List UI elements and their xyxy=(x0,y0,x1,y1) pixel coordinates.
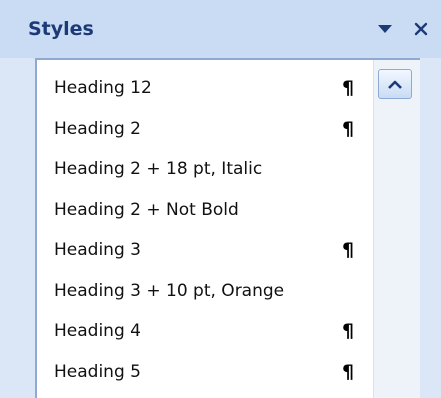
paragraph-mark-icon: ¶ xyxy=(342,320,355,343)
style-item-heading-2[interactable]: Heading 2 ¶ xyxy=(37,109,367,150)
scroll-up-arrow-icon xyxy=(387,75,403,94)
style-item-heading-2-not-bold[interactable]: Heading 2 + Not Bold xyxy=(37,190,367,231)
scroll-up-button[interactable] xyxy=(378,69,412,99)
style-item-heading-12[interactable]: Heading 12 ¶ xyxy=(37,68,367,109)
style-item-label: Heading 2 + Not Bold xyxy=(54,199,239,220)
paragraph-mark-icon: ¶ xyxy=(342,360,355,383)
paragraph-mark-icon: ¶ xyxy=(342,239,355,262)
style-item-heading-5[interactable]: Heading 5 ¶ xyxy=(37,352,367,393)
style-item-label: Heading 12 xyxy=(54,78,152,99)
style-item-heading-2-18pt-italic[interactable]: Heading 2 + 18 pt, Italic xyxy=(37,149,367,190)
style-item-label: Heading 3 + 10 pt, Orange xyxy=(54,280,285,301)
pane-title-bar: Styles xyxy=(0,0,441,58)
styles-list-frame: Heading 12 ¶ Heading 2 ¶ Heading 2 + 18 … xyxy=(35,58,420,398)
style-item-label: Heading 5 xyxy=(54,361,141,382)
paragraph-mark-icon: ¶ xyxy=(342,117,355,140)
style-item-label: Heading 4 xyxy=(54,321,141,342)
style-item-heading-4[interactable]: Heading 4 ¶ xyxy=(37,311,367,352)
styles-list: Heading 12 ¶ Heading 2 ¶ Heading 2 + 18 … xyxy=(37,68,367,392)
vertical-scrollbar[interactable] xyxy=(373,60,420,398)
chevron-down-icon[interactable] xyxy=(375,19,395,39)
close-icon[interactable] xyxy=(411,19,431,39)
styles-pane: Styles Heading 12 ¶ Heading 2 ¶ Heading … xyxy=(0,0,441,398)
style-item-label: Heading 2 + 18 pt, Italic xyxy=(54,159,263,180)
pane-title: Styles xyxy=(28,18,94,40)
style-item-label: Heading 2 xyxy=(54,118,141,139)
pane-title-controls xyxy=(375,14,431,44)
style-item-heading-3[interactable]: Heading 3 ¶ xyxy=(37,230,367,271)
paragraph-mark-icon: ¶ xyxy=(342,77,355,100)
style-item-heading-3-10pt-orange[interactable]: Heading 3 + 10 pt, Orange xyxy=(37,271,367,312)
style-item-label: Heading 3 xyxy=(54,240,141,261)
